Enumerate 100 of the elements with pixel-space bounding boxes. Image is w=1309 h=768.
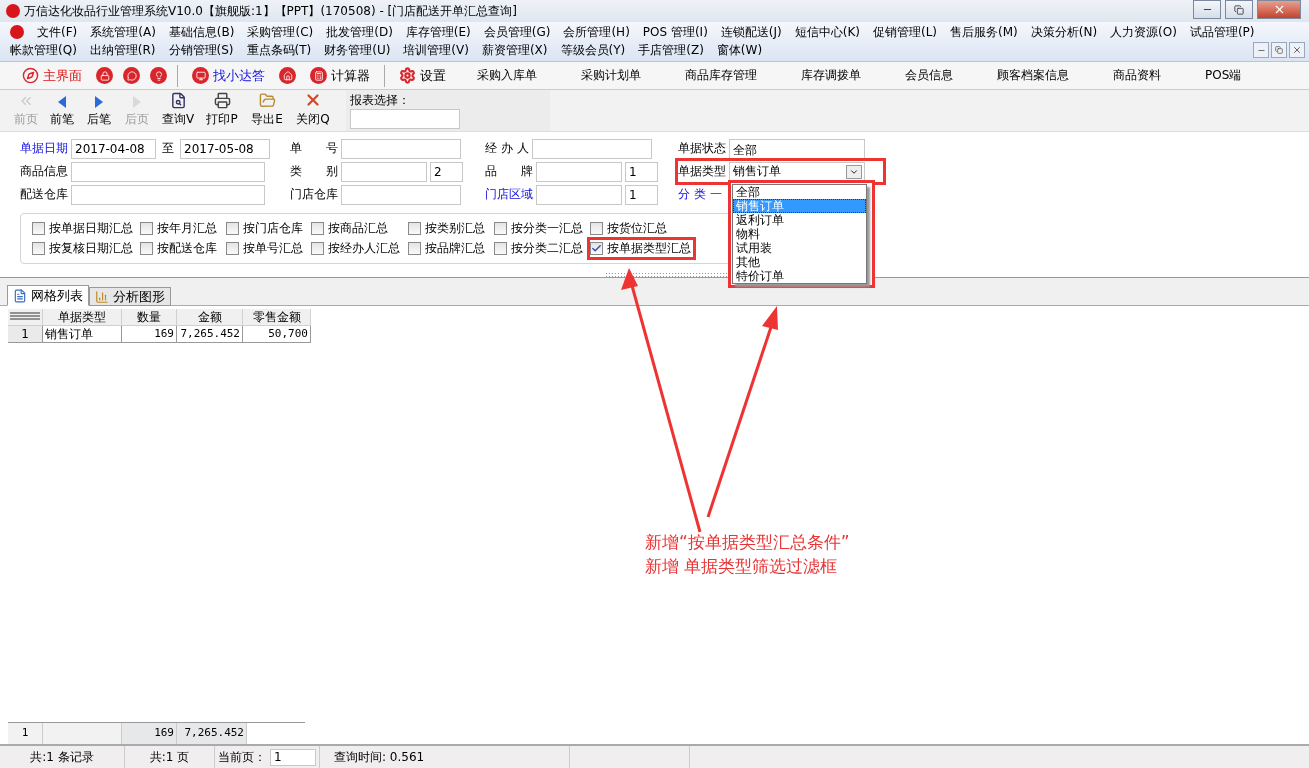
menu-item[interactable]: 出纳管理(R) xyxy=(89,41,156,59)
warehouse-field[interactable] xyxy=(71,184,265,205)
menu-item[interactable]: 手店管理(Z) xyxy=(638,41,704,59)
status-field[interactable]: 全部 xyxy=(729,138,865,159)
tab[interactable]: 网格列表 xyxy=(7,285,89,306)
page-field[interactable]: 1 xyxy=(270,748,316,766)
checkbox[interactable] xyxy=(140,222,153,235)
menu-item[interactable]: 促销管理(L) xyxy=(873,23,938,41)
dropdown-option[interactable]: 试用装 xyxy=(733,241,866,255)
report-select-field[interactable] xyxy=(350,109,460,129)
checkbox[interactable] xyxy=(311,222,324,235)
menu-item[interactable]: 售后服务(M) xyxy=(950,23,1018,41)
filter-link[interactable]: 门店区域 xyxy=(485,186,533,203)
menu-item[interactable]: 会所管理(H) xyxy=(563,23,630,41)
close-button[interactable] xyxy=(1257,0,1301,19)
menu-item[interactable]: 短信中心(K) xyxy=(794,23,860,41)
menu-item[interactable]: 库存管理(E) xyxy=(405,23,471,41)
menu-item[interactable]: 等级会员(Y) xyxy=(560,41,626,59)
summary-checkbox[interactable]: 按单号汇总 xyxy=(223,237,308,260)
date-to-field[interactable]: 2017-05-08 xyxy=(180,138,270,159)
menu-item[interactable]: 薪资管理(X) xyxy=(481,41,548,59)
menu-item[interactable]: 采购管理(C) xyxy=(247,23,314,41)
checkbox[interactable] xyxy=(32,242,45,255)
checkbox[interactable] xyxy=(494,242,507,255)
order-number-field[interactable] xyxy=(341,138,461,159)
menu-item[interactable]: 人力资源(O) xyxy=(1110,23,1177,41)
summary-checkbox[interactable]: 按类别汇总 xyxy=(405,217,490,240)
shortcut-button[interactable]: 采购计划单 xyxy=(564,67,658,84)
toolbar-button[interactable]: 查询V xyxy=(156,90,200,131)
dropdown-arrow-button[interactable] xyxy=(846,164,862,179)
dropdown-option[interactable]: 物料 xyxy=(733,227,866,241)
handler-field[interactable] xyxy=(531,138,652,159)
checkbox[interactable] xyxy=(32,222,45,235)
shortcut-button[interactable]: POS端 xyxy=(1188,67,1259,84)
brand-field[interactable] xyxy=(536,161,622,182)
toolbar-button[interactable]: 打印P xyxy=(200,90,244,131)
checkbox[interactable] xyxy=(226,242,239,255)
calculator-button[interactable]: 计算器 xyxy=(306,66,374,85)
toolbar-button[interactable]: 前笔 xyxy=(44,90,80,131)
menu-item[interactable]: 培训管理(V) xyxy=(403,41,469,59)
menu-item[interactable]: 试品管理(P) xyxy=(1189,23,1255,41)
menu-item[interactable]: 文件(F) xyxy=(37,23,78,41)
checkbox[interactable] xyxy=(140,242,153,255)
menu-item[interactable]: 分销管理(S) xyxy=(168,41,234,59)
store-area-field[interactable] xyxy=(536,184,622,205)
checkbox[interactable] xyxy=(311,242,324,255)
summary-checkbox[interactable]: 按货位汇总 xyxy=(587,217,672,240)
minimize-button[interactable] xyxy=(1253,42,1269,58)
dropdown-option[interactable]: 返利订单 xyxy=(733,213,866,227)
helper-button[interactable]: 找小达答 xyxy=(188,66,269,85)
checkbox[interactable] xyxy=(408,242,421,255)
toolbar-button[interactable]: 后笔 xyxy=(80,90,118,131)
lightbulb-icon[interactable] xyxy=(150,67,167,84)
summary-checkbox[interactable]: 按分类一汇总 xyxy=(491,217,588,240)
shortcut-button[interactable]: 库存调拨单 xyxy=(784,67,878,84)
chat-icon[interactable] xyxy=(123,67,140,84)
dropdown-option[interactable]: 全部 xyxy=(733,185,866,199)
shortcut-button[interactable]: 顾客档案信息 xyxy=(980,67,1086,84)
category-field[interactable] xyxy=(341,161,427,182)
dropdown-option[interactable]: 其他 xyxy=(733,255,866,269)
menu-item[interactable]: 会员管理(G) xyxy=(483,23,551,41)
menu-item[interactable]: 财务管理(U) xyxy=(324,41,391,59)
menu-item[interactable]: 系统管理(A) xyxy=(90,23,156,41)
summary-checkbox[interactable]: 按单据类型汇总 xyxy=(587,237,696,260)
category-code-field[interactable]: 2 xyxy=(430,161,463,182)
summary-checkbox[interactable]: 按商品汇总 xyxy=(308,217,393,240)
filter-link[interactable]: 单据日期 xyxy=(20,140,68,157)
summary-checkbox[interactable]: 按单据日期汇总 xyxy=(29,217,138,240)
summary-checkbox[interactable]: 按经办人汇总 xyxy=(308,237,405,260)
summary-checkbox[interactable]: 按门店仓库 xyxy=(223,217,308,240)
dropdown-option[interactable]: 特价订单 xyxy=(733,269,866,283)
order-type-dropdown[interactable]: 销售订单 xyxy=(729,161,865,182)
menu-item[interactable]: 重点条码(T) xyxy=(246,41,312,59)
settings-button[interactable]: 设置 xyxy=(395,66,450,85)
summary-checkbox[interactable]: 按年月汇总 xyxy=(137,217,222,240)
shortcut-button[interactable]: 商品库存管理 xyxy=(668,67,774,84)
checkbox[interactable] xyxy=(408,222,421,235)
checkbox[interactable] xyxy=(590,222,603,235)
shortcut-button[interactable]: 商品资料 xyxy=(1096,67,1178,84)
checkbox[interactable] xyxy=(494,222,507,235)
menu-item[interactable]: 连锁配送(J) xyxy=(720,23,782,41)
lock-icon[interactable] xyxy=(96,67,113,84)
product-field[interactable] xyxy=(71,161,265,182)
shortcut-button[interactable]: 会员信息 xyxy=(888,67,970,84)
checkbox[interactable] xyxy=(590,242,603,255)
close-button[interactable] xyxy=(1289,42,1305,58)
menu-item[interactable]: 窗体(W) xyxy=(716,41,763,59)
menu-item[interactable]: 批发管理(D) xyxy=(326,23,393,41)
summary-checkbox[interactable]: 按配送仓库 xyxy=(137,237,222,260)
restore-button[interactable] xyxy=(1225,0,1253,19)
shortcut-button[interactable]: 采购入库单 xyxy=(460,67,554,84)
brand-code-field[interactable]: 1 xyxy=(625,161,658,182)
home-button[interactable]: 主界面 xyxy=(18,66,86,85)
menu-item[interactable]: POS 管理(I) xyxy=(642,23,708,41)
menu-item[interactable]: 帐款管理(Q) xyxy=(10,41,77,59)
summary-checkbox[interactable]: 按品牌汇总 xyxy=(405,237,490,260)
store-area-code-field[interactable]: 1 xyxy=(625,184,658,205)
tab[interactable]: 分析图形 xyxy=(89,287,171,306)
summary-checkbox[interactable]: 按复核日期汇总 xyxy=(29,237,138,260)
toolbar-button[interactable]: 导出E xyxy=(244,90,290,131)
